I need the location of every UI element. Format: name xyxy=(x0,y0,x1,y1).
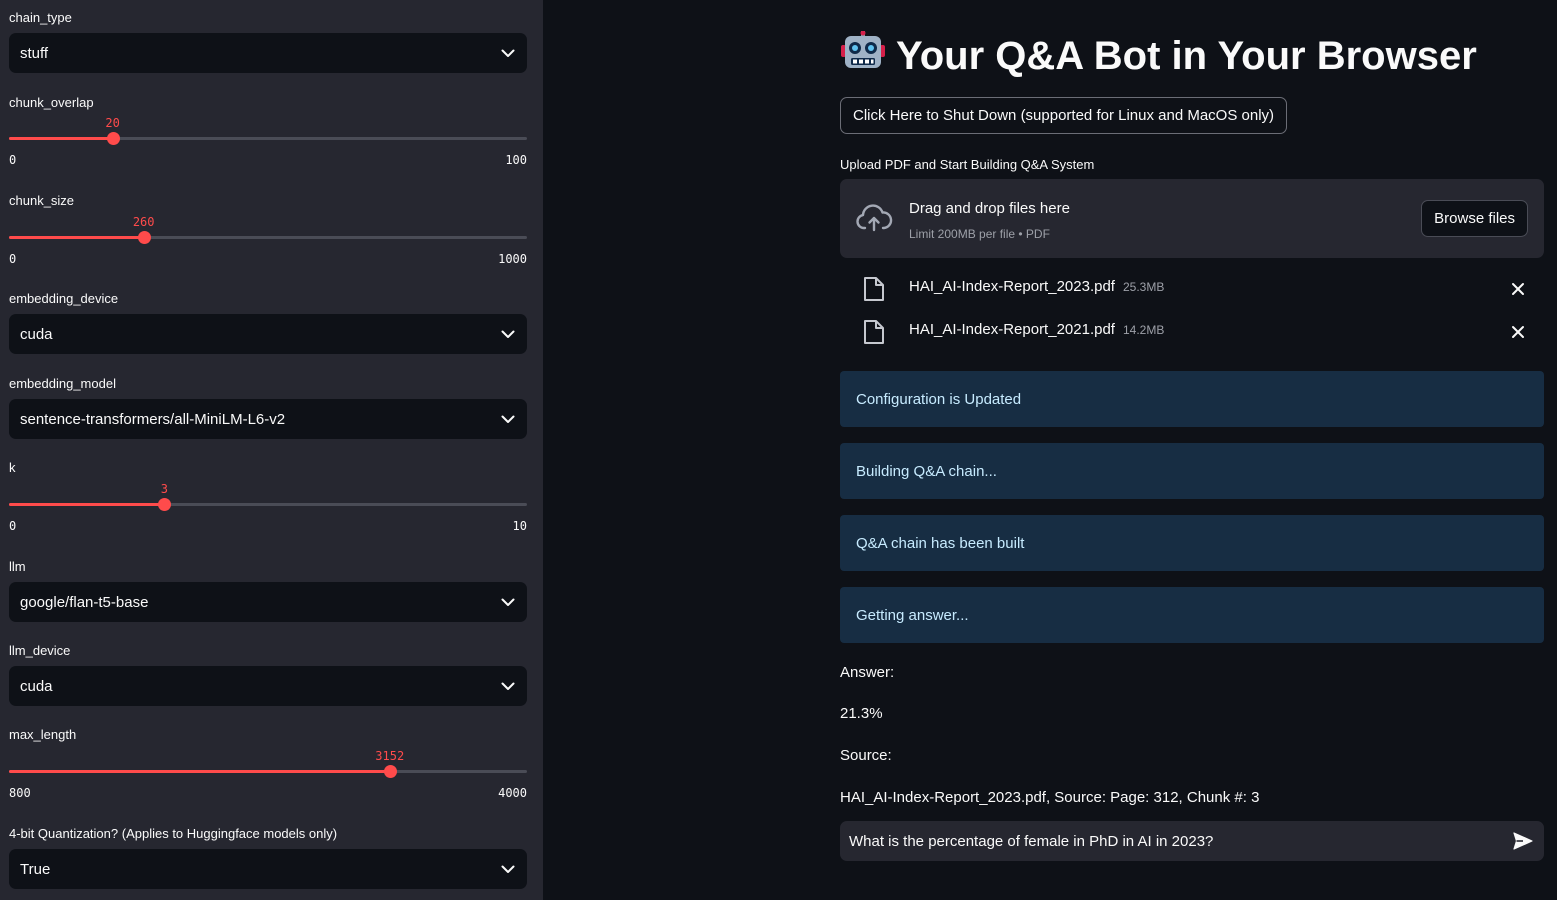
close-icon[interactable] xyxy=(1510,281,1526,297)
app-root: chain_type stuff chunk_overlap 20 0 100 … xyxy=(0,0,1557,900)
embedding-model-label: embedding_model xyxy=(9,376,116,391)
k-label: k xyxy=(9,460,16,475)
close-icon[interactable] xyxy=(1510,324,1526,340)
llm-value: google/flan-t5-base xyxy=(20,593,149,611)
info-alert: Getting answer... xyxy=(840,587,1544,643)
uploaded-file-name: HAI_AI-Index-Report_2023.pdf 25.3MB xyxy=(909,278,1164,295)
chain-type-value: stuff xyxy=(20,44,49,62)
chain-type-label: chain_type xyxy=(9,10,72,25)
chat-input[interactable] xyxy=(849,832,1512,850)
quantization-label: 4-bit Quantization? (Applies to Huggingf… xyxy=(9,826,338,841)
chunk-overlap-slider[interactable]: 20 0 100 xyxy=(9,116,527,167)
chevron-down-icon xyxy=(500,594,516,610)
upload-label: Upload PDF and Start Building Q&A System xyxy=(840,157,1095,172)
file-name-text: HAI_AI-Index-Report_2021.pdf xyxy=(909,321,1115,338)
uploaded-file-name: HAI_AI-Index-Report_2021.pdf 14.2MB xyxy=(909,321,1164,338)
file-name-text: HAI_AI-Index-Report_2023.pdf xyxy=(909,278,1115,295)
uploaded-file-row: HAI_AI-Index-Report_2021.pdf 14.2MB xyxy=(840,313,1544,349)
chunk-size-slider[interactable]: 260 0 1000 xyxy=(9,215,527,266)
max-length-slider[interactable]: 3152 800 4000 xyxy=(9,749,527,800)
chunk-overlap-label: chunk_overlap xyxy=(9,95,94,110)
slider-max: 4000 xyxy=(498,786,527,800)
file-dropzone[interactable]: Drag and drop files here Limit 200MB per… xyxy=(840,179,1544,258)
cloud-upload-icon xyxy=(855,203,893,233)
embedding-device-label: embedding_device xyxy=(9,291,119,306)
file-size: 14.2MB xyxy=(1122,323,1165,337)
chunk-size-label: chunk_size xyxy=(9,193,75,208)
slider-thumb[interactable] xyxy=(158,498,172,511)
robot-icon xyxy=(840,30,886,81)
slider-current-value: 3 xyxy=(160,482,169,496)
answer-label: Answer: xyxy=(840,664,895,681)
slider-fill xyxy=(9,236,144,239)
slider-max: 1000 xyxy=(498,252,527,266)
chat-input-bar xyxy=(840,821,1544,861)
chevron-down-icon xyxy=(500,678,516,694)
chevron-down-icon xyxy=(500,861,516,877)
file-icon xyxy=(863,319,885,345)
slider-min: 0 xyxy=(9,519,17,533)
slider-min: 0 xyxy=(9,252,17,266)
info-alert: Configuration is Updated xyxy=(840,371,1544,427)
dropzone-limit: Limit 200MB per file • PDF xyxy=(909,227,1050,241)
source-label: Source: xyxy=(840,747,892,764)
embedding-model-select[interactable]: sentence-transformers/all-MiniLM-L6-v2 xyxy=(9,399,527,439)
max-length-label: max_length xyxy=(9,727,77,742)
chevron-down-icon xyxy=(500,411,516,427)
quantization-value: True xyxy=(20,860,51,878)
slider-max: 10 xyxy=(512,519,527,533)
chevron-down-icon xyxy=(500,45,516,61)
embedding-model-value: sentence-transformers/all-MiniLM-L6-v2 xyxy=(20,410,286,428)
page-title-text: Your Q&A Bot in Your Browser xyxy=(896,33,1477,78)
embedding-device-value: cuda xyxy=(20,325,53,343)
embedding-device-select[interactable]: cuda xyxy=(9,314,527,354)
info-alert: Q&A chain has been built xyxy=(840,515,1544,571)
slider-thumb[interactable] xyxy=(383,765,397,778)
page-title: Your Q&A Bot in Your Browser xyxy=(840,30,1477,82)
k-slider[interactable]: 3 0 10 xyxy=(9,482,527,533)
slider-fill xyxy=(9,137,113,140)
slider-fill xyxy=(9,503,165,506)
quantization-select[interactable]: True xyxy=(9,849,527,889)
slider-min: 800 xyxy=(9,786,31,800)
llm-select[interactable]: google/flan-t5-base xyxy=(9,582,527,622)
main-content: Your Q&A Bot in Your Browser Click Here … xyxy=(840,0,1544,900)
sidebar: chain_type stuff chunk_overlap 20 0 100 … xyxy=(0,0,543,900)
llm-device-value: cuda xyxy=(20,677,53,695)
slider-current-value: 3152 xyxy=(375,749,405,763)
slider-fill xyxy=(9,770,390,773)
info-alert: Building Q&A chain... xyxy=(840,443,1544,499)
slider-thumb[interactable] xyxy=(137,231,151,244)
slider-current-value: 20 xyxy=(105,116,120,130)
browse-files-button[interactable]: Browse files xyxy=(1421,200,1528,237)
answer-value: 21.3% xyxy=(840,705,883,722)
file-icon xyxy=(863,276,885,302)
slider-max: 100 xyxy=(505,153,527,167)
source-value: HAI_AI-Index-Report_2023.pdf, Source: Pa… xyxy=(840,789,1260,806)
uploaded-file-row: HAI_AI-Index-Report_2023.pdf 25.3MB xyxy=(840,270,1544,306)
slider-thumb[interactable] xyxy=(106,132,120,145)
slider-current-value: 260 xyxy=(132,215,155,229)
send-icon[interactable] xyxy=(1512,830,1534,852)
chevron-down-icon xyxy=(500,326,516,342)
file-size: 25.3MB xyxy=(1122,280,1165,294)
shutdown-button[interactable]: Click Here to Shut Down (supported for L… xyxy=(840,97,1288,134)
llm-label: llm xyxy=(9,559,26,574)
chain-type-select[interactable]: stuff xyxy=(9,33,527,73)
llm-device-select[interactable]: cuda xyxy=(9,666,527,706)
llm-device-label: llm_device xyxy=(9,643,71,658)
dropzone-instructions: Drag and drop files here xyxy=(909,200,1070,217)
slider-min: 0 xyxy=(9,153,17,167)
